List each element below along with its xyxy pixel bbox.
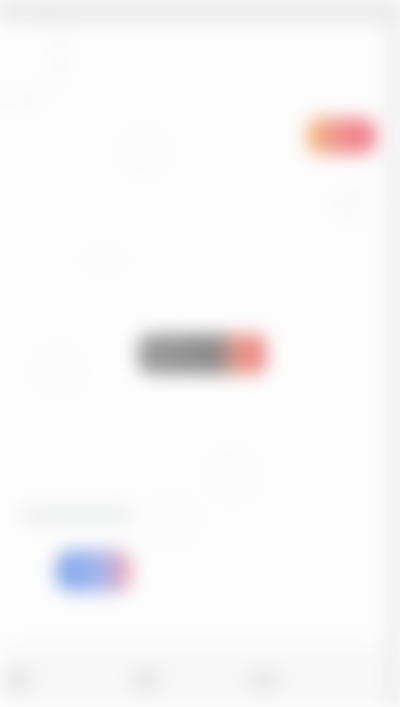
faint-text-block bbox=[22, 506, 132, 524]
status-bar bbox=[0, 0, 400, 22]
tab-item-icon[interactable] bbox=[250, 669, 278, 691]
blurred-app-screen bbox=[0, 0, 400, 707]
faint-circle-icon bbox=[128, 136, 162, 170]
blurred-content-layer bbox=[0, 0, 400, 707]
tab-item-icon[interactable] bbox=[4, 669, 32, 691]
gradient-pill-button-bottom[interactable] bbox=[56, 550, 132, 592]
faint-circle-icon bbox=[336, 190, 364, 218]
faint-text-line bbox=[86, 258, 122, 261]
tab-item-icon[interactable] bbox=[132, 669, 160, 691]
gradient-pill-button-top[interactable] bbox=[306, 118, 376, 154]
faint-circle-icon bbox=[152, 500, 190, 538]
right-edge-shadow bbox=[382, 0, 400, 707]
bottom-tab-bar bbox=[0, 643, 400, 707]
faint-circle-icon bbox=[214, 456, 252, 494]
faint-circle-icon bbox=[40, 352, 76, 388]
gradient-pill-button-middle[interactable] bbox=[138, 334, 266, 374]
